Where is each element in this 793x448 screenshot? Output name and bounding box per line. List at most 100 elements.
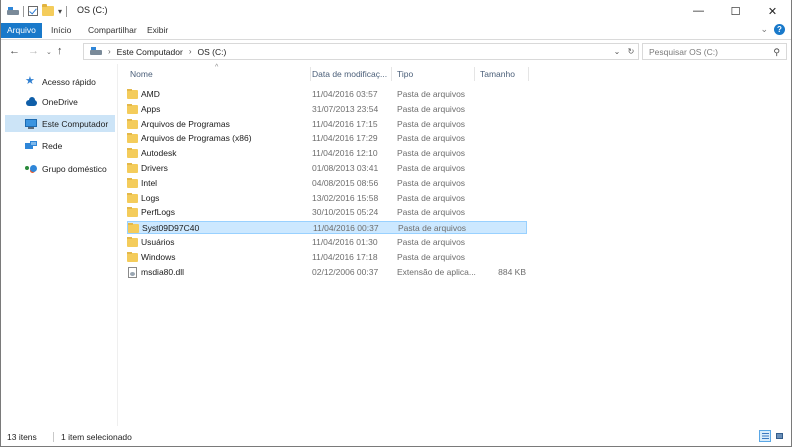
- table-row[interactable]: Logs 13/02/2016 15:58 Pasta de arquivos: [127, 192, 527, 205]
- tab-compartilhar[interactable]: Compartilhar: [82, 24, 143, 37]
- address-row: ← → ⌄ ↑ › Este Computador › OS (C:) ⌄ ↻ …: [1, 40, 791, 64]
- window-title: OS (C:): [77, 5, 108, 15]
- folder-icon: [127, 237, 138, 247]
- column-header-nome[interactable]: Nome ^: [127, 64, 311, 84]
- table-row[interactable]: Apps 31/07/2013 23:54 Pasta de arquivos: [127, 103, 527, 116]
- column-header-data[interactable]: Data de modificaç...: [308, 64, 392, 84]
- table-row[interactable]: Windows 11/04/2016 17:18 Pasta de arquivos: [127, 251, 527, 264]
- file-date: 11/04/2016 12:10: [312, 148, 378, 159]
- file-date: 11/04/2016 17:15: [312, 118, 378, 129]
- file-size: 884 KB: [498, 266, 526, 277]
- table-row[interactable]: Arquivos de Programas 11/04/2016 17:15 Pas…: [127, 118, 527, 131]
- file-type: Pasta de arquivos: [397, 148, 466, 159]
- tab-inicio[interactable]: Início: [45, 24, 77, 37]
- large-icons-view-button[interactable]: [773, 430, 785, 442]
- customize-toolbar-icon[interactable]: ▾: [58, 7, 62, 16]
- file-type: Pasta de arquivos: [397, 192, 466, 203]
- breadcrumb-os-c[interactable]: OS (C:): [198, 47, 227, 57]
- file-name: Windows: [141, 251, 176, 262]
- breadcrumb-separator[interactable]: ›: [108, 47, 111, 56]
- column-header-tamanho[interactable]: Tamanho: [475, 64, 529, 84]
- this-pc-icon: [25, 118, 37, 129]
- file-name: AMD: [141, 89, 160, 99]
- maximize-button[interactable]: ☐: [717, 0, 754, 22]
- nav-item-acesso-rapido[interactable]: Acesso rápido: [5, 73, 115, 90]
- address-dropdown-icon[interactable]: ⌄: [610, 47, 624, 56]
- up-button[interactable]: ↑: [57, 45, 63, 57]
- column-divider[interactable]: [528, 67, 529, 81]
- file-date: 11/04/2016 17:29: [312, 133, 378, 144]
- table-row[interactable]: PerfLogs 30/10/2015 05:24 Pasta de arquivo…: [127, 206, 527, 219]
- explorer-window: ▾ OS (C:) — ☐ ✕ Arquivo Início Compartil…: [0, 0, 792, 447]
- file-size: [480, 251, 526, 264]
- file-name: Apps: [141, 103, 161, 114]
- file-type: Pasta de arquivos: [398, 223, 467, 234]
- breadcrumb-este-computador[interactable]: Este Computador: [117, 47, 183, 57]
- table-row[interactable]: Usuários 11/04/2016 01:30 Pasta de arquivo…: [127, 236, 527, 249]
- nav-item-onedrive[interactable]: OneDrive: [5, 93, 115, 110]
- file-size: [480, 192, 526, 205]
- nav-item-este-computador[interactable]: Este Computador: [5, 115, 115, 132]
- file-type: Pasta de arquivos: [397, 103, 466, 114]
- this-pc-small-icon: [90, 47, 102, 56]
- minimize-button[interactable]: —: [680, 0, 717, 22]
- file-type: Pasta de arquivos: [397, 207, 466, 218]
- table-row[interactable]: Autodesk 11/04/2016 12:10 Pasta de arquivo…: [127, 147, 527, 160]
- file-type: Pasta de arquivos: [397, 251, 466, 262]
- nav-item-grupo-domestico[interactable]: Grupo doméstico: [5, 160, 115, 177]
- file-name: Arquivos de Programas: [141, 118, 230, 129]
- nav-item-label: Este Computador: [42, 118, 109, 129]
- navigation-pane: Acesso rápido OneDrive Este Computador R…: [1, 64, 118, 426]
- refresh-icon[interactable]: ↻: [624, 47, 638, 56]
- file-name: msdia80.dll: [141, 266, 184, 277]
- dll-file-icon: [128, 266, 137, 278]
- drive-icon[interactable]: [7, 6, 19, 16]
- status-bar: 13 itens 1 item selecionado: [1, 426, 791, 446]
- column-header-label: Tipo: [397, 69, 414, 79]
- tab-arquivo[interactable]: Arquivo: [1, 23, 42, 38]
- table-row[interactable]: msdia80.dll 02/12/2006 00:37 Extensão de a…: [127, 266, 527, 279]
- new-folder-icon[interactable]: [42, 4, 54, 16]
- table-row[interactable]: Syst09D97C40 11/04/2016 00:37 Pasta de arq…: [127, 221, 527, 235]
- onedrive-cloud-icon: [25, 96, 37, 107]
- file-type: Pasta de arquivos: [397, 177, 466, 188]
- file-date: 11/04/2016 00:37: [313, 223, 379, 234]
- recent-locations-button[interactable]: ⌄: [46, 48, 52, 56]
- back-button[interactable]: ←: [9, 45, 20, 57]
- details-view-button[interactable]: [759, 430, 771, 442]
- file-name: Arquivos de Programas (x86): [141, 133, 252, 144]
- address-actions: ⌄ ↻: [610, 44, 638, 59]
- file-date: 11/04/2016 17:18: [312, 251, 378, 262]
- table-row[interactable]: Intel 04/08/2015 08:56 Pasta de arquivos: [127, 177, 527, 190]
- forward-button[interactable]: →: [28, 45, 39, 57]
- file-type: Pasta de arquivos: [397, 237, 466, 247]
- folder-icon: [127, 133, 138, 144]
- close-button[interactable]: ✕: [754, 0, 791, 22]
- search-input[interactable]: [643, 45, 771, 58]
- file-size: [480, 118, 526, 131]
- help-icon[interactable]: ?: [774, 24, 785, 35]
- table-row[interactable]: Arquivos de Programas (x86) 11/04/2016 17…: [127, 132, 527, 145]
- nav-item-rede[interactable]: Rede: [5, 137, 115, 154]
- ribbon-controls: ⌄ ?: [760, 24, 785, 35]
- table-row[interactable]: Drivers 01/08/2013 03:41 Pasta de arquivos: [127, 162, 527, 175]
- column-header-tipo[interactable]: Tipo: [392, 64, 475, 84]
- folder-icon: [127, 103, 138, 114]
- view-switcher: [759, 430, 785, 442]
- search-icon[interactable]: ⚲: [773, 47, 780, 58]
- tab-exibir[interactable]: Exibir: [141, 24, 174, 37]
- title-bar: ▾ OS (C:) — ☐ ✕: [1, 0, 791, 22]
- file-size: [480, 177, 526, 190]
- table-row[interactable]: AMD 11/04/2016 03:57 Pasta de arquivos: [127, 88, 527, 101]
- properties-icon[interactable]: [28, 6, 38, 16]
- expand-ribbon-icon[interactable]: ⌄: [760, 24, 768, 35]
- folder-icon: [127, 89, 138, 99]
- address-bar[interactable]: › Este Computador › OS (C:) ⌄ ↻: [83, 43, 639, 60]
- file-size: [480, 88, 526, 101]
- nav-item-label: Rede: [42, 140, 63, 151]
- folder-icon: [127, 163, 138, 173]
- column-header-label: Nome: [130, 69, 153, 79]
- selection-count: 1 item selecionado: [61, 432, 132, 442]
- file-date: 13/02/2016 15:58: [312, 192, 379, 203]
- breadcrumb-separator[interactable]: ›: [189, 47, 192, 56]
